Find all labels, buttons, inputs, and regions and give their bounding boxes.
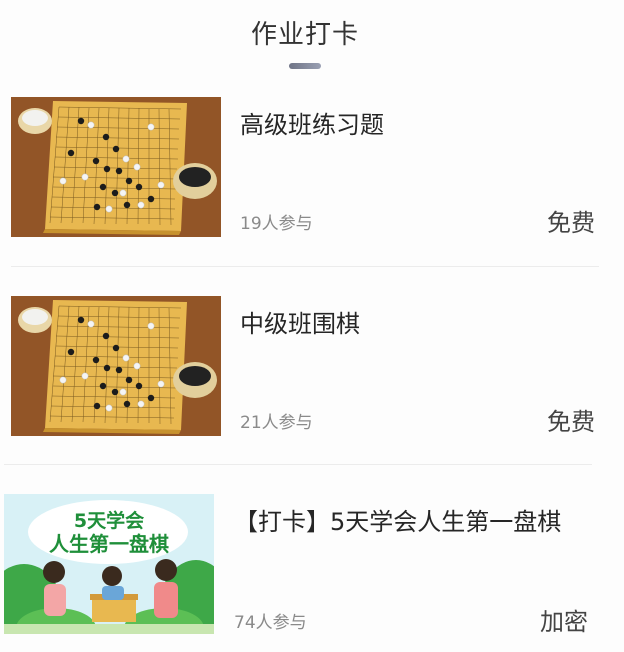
- participant-count: 21人参与: [240, 413, 313, 433]
- course-price: 免费: [547, 408, 595, 436]
- course-thumbnail[interactable]: [11, 97, 221, 237]
- divider: [4, 464, 592, 465]
- course-item[interactable]: 5天学会 人生第一盘棋 【打卡】5天学会人生第一盘棋 74人参与 加密: [0, 494, 624, 636]
- participant-count: 74人参与: [234, 613, 307, 633]
- page-header: 作业打卡: [0, 0, 624, 80]
- banner-line-2: 人生第一盘棋: [49, 532, 169, 556]
- course-thumbnail[interactable]: 5天学会 人生第一盘棋: [4, 494, 214, 634]
- course-item[interactable]: 高级班练习题 19人参与 免费: [0, 97, 624, 237]
- participant-count: 19人参与: [240, 214, 313, 234]
- course-price: 加密: [540, 608, 588, 636]
- course-thumbnail[interactable]: [11, 296, 221, 436]
- course-title[interactable]: 中级班围棋: [240, 304, 360, 339]
- course-title[interactable]: 高级班练习题: [240, 105, 384, 140]
- title-underline: [289, 63, 321, 69]
- course-item[interactable]: 中级班围棋 21人参与 免费: [0, 296, 624, 436]
- page-title: 作业打卡: [250, 20, 359, 50]
- course-price: 免费: [547, 209, 595, 237]
- course-title[interactable]: 【打卡】5天学会人生第一盘棋: [234, 502, 561, 537]
- divider: [11, 266, 599, 267]
